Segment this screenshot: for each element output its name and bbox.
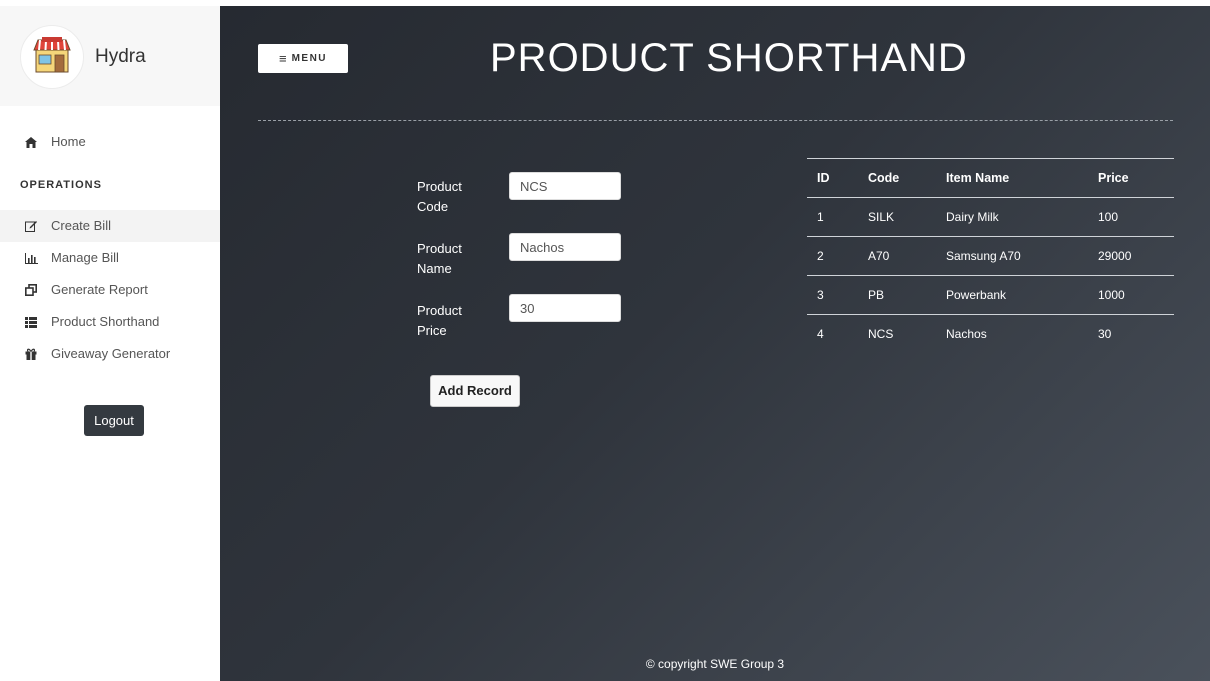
table-header-row: ID Code Item Name Price: [807, 159, 1174, 198]
sidebar-item-giveaway-generator[interactable]: Giveaway Generator: [0, 338, 220, 370]
cell-code: SILK: [868, 210, 895, 224]
cell-id: 1: [817, 210, 824, 224]
menu-button[interactable]: ≡ MENU: [258, 44, 348, 73]
sidebar-item-label: Generate Report: [51, 282, 148, 297]
sidebar-item-label: Create Bill: [51, 218, 111, 233]
product-code-label: Product Code: [417, 179, 462, 214]
bar-chart-icon: [24, 251, 38, 265]
products-table: ID Code Item Name Price 1 SILK Dairy Mil…: [807, 158, 1174, 353]
cell-id: 2: [817, 249, 824, 263]
sidebar-item-generate-report[interactable]: Generate Report: [0, 274, 220, 306]
home-icon: [24, 135, 38, 149]
product-price-label: Product Price: [417, 303, 462, 338]
main-content: ≡ MENU PRODUCT SHORTHAND Product Code NC…: [220, 6, 1210, 681]
cell-price: 100: [1098, 210, 1119, 224]
store-logo-icon: [20, 25, 84, 89]
page-title: PRODUCT SHORTHAND: [490, 36, 968, 80]
cell-code: PB: [868, 288, 885, 302]
sidebar-item-label: Product Shorthand: [51, 314, 160, 329]
table-row: 2 A70 Samsung A70 29000: [807, 237, 1174, 276]
logout-button[interactable]: Logout: [84, 405, 144, 436]
sidebar-item-product-shorthand[interactable]: Product Shorthand: [0, 306, 220, 338]
cell-id: 3: [817, 288, 824, 302]
product-code-input[interactable]: NCS: [509, 172, 621, 200]
footer-copyright: © copyright SWE Group 3: [645, 657, 785, 671]
column-header-id: ID: [817, 171, 830, 185]
cell-price: 1000: [1098, 288, 1125, 302]
divider: [258, 120, 1173, 121]
sidebar-item-label: Giveaway Generator: [51, 346, 171, 361]
cell-item-name: Nachos: [946, 327, 987, 341]
product-price-input[interactable]: 30: [509, 294, 621, 322]
hamburger-icon: ≡: [278, 51, 287, 66]
sidebar-item-label: Home: [51, 134, 86, 149]
cell-id: 4: [817, 327, 824, 341]
sidebar-item-home[interactable]: Home: [0, 126, 220, 158]
cell-item-name: Powerbank: [946, 288, 1007, 302]
table-row: 1 SILK Dairy Milk 100: [807, 198, 1174, 237]
cell-code: NCS: [868, 327, 894, 341]
sidebar-item-label: Manage Bill: [51, 250, 119, 265]
brand-header: Hydra: [0, 6, 220, 106]
menu-button-label: MENU: [291, 53, 328, 64]
column-header-item-name: Item Name: [946, 171, 1010, 185]
cell-item-name: Dairy Milk: [946, 210, 999, 224]
table-row: 4 NCS Nachos 30: [807, 315, 1174, 353]
clone-icon: [24, 283, 38, 297]
cell-item-name: Samsung A70: [946, 249, 1021, 263]
list-icon: [24, 315, 38, 329]
brand-name: Hydra: [95, 46, 146, 67]
add-record-button[interactable]: Add Record: [430, 375, 520, 407]
sidebar-item-create-bill[interactable]: Create Bill: [0, 210, 220, 242]
edit-icon: [24, 219, 38, 233]
gift-icon: [24, 347, 38, 361]
cell-price: 29000: [1098, 249, 1132, 263]
sidebar-item-manage-bill[interactable]: Manage Bill: [0, 242, 220, 274]
column-header-code: Code: [868, 171, 900, 185]
section-label-operations: OPERATIONS: [20, 179, 102, 191]
sidebar: Hydra Home OPERATIONS Create Bill Manage…: [0, 0, 220, 681]
cell-price: 30: [1098, 327, 1112, 341]
product-name-label: Product Name: [417, 241, 462, 276]
product-name-input[interactable]: Nachos: [509, 233, 621, 261]
table-row: 3 PB Powerbank 1000: [807, 276, 1174, 315]
cell-code: A70: [868, 249, 890, 263]
column-header-price: Price: [1098, 171, 1129, 185]
